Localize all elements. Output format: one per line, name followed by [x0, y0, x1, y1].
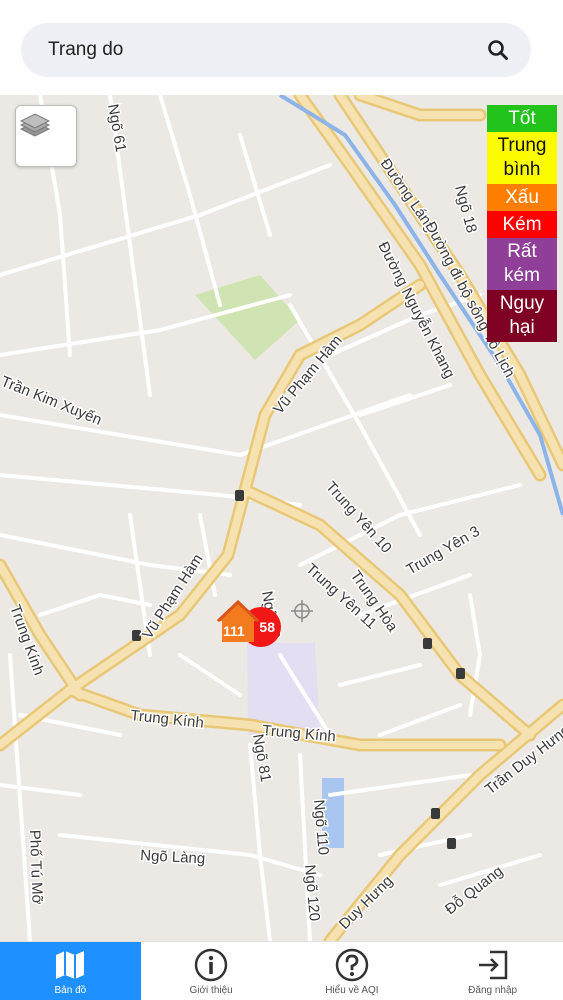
nav-login[interactable]: Đăng nhập	[422, 942, 563, 1000]
street-label: Duy Hưng	[336, 872, 396, 932]
street-label: Phố Tú Mỡ	[26, 830, 46, 905]
nav-about-label: Giới thiệu	[189, 985, 233, 996]
aqi-house-value: 111	[223, 623, 245, 639]
search-bar	[0, 0, 563, 95]
street-label: Ngõ 110	[310, 799, 332, 856]
aqi-legend: Tốt Trung bình Xấu Kém Rất kém Nguy hại	[487, 105, 557, 342]
nav-login-label: Đăng nhập	[468, 985, 518, 996]
street-label: Trần Kim Xuyến	[0, 373, 104, 429]
street-label: Đỗ Quang	[442, 863, 506, 919]
nav-aqi-help-label: Hiểu về AQI	[325, 985, 379, 996]
layers-icon	[19, 113, 51, 137]
aqi-station-value: 58	[259, 619, 275, 635]
info-icon	[193, 947, 229, 983]
nav-map-label: Bản đồ	[54, 985, 87, 996]
login-icon	[475, 947, 511, 983]
nav-map[interactable]: Bản đồ	[0, 942, 141, 1000]
map-icon	[52, 947, 88, 983]
street-label: Trung Kính	[130, 707, 205, 732]
legend-hazardous: Nguy hại	[487, 290, 557, 342]
crosshair-icon	[291, 600, 313, 622]
bus-stop-icon	[431, 808, 440, 819]
legend-good: Tốt	[487, 105, 557, 132]
street-label: Ngõ Làng	[140, 847, 206, 867]
layers-button[interactable]	[15, 105, 77, 167]
aqi-house-marker[interactable]: 111	[215, 595, 261, 643]
nav-aqi-help[interactable]: Hiểu về AQI	[282, 942, 423, 1000]
street-label: Ngõ 18	[451, 184, 480, 235]
legend-unhealthy: Kém	[487, 211, 557, 238]
bus-stop-icon	[423, 638, 432, 649]
street-label: Ngõ 120	[301, 864, 323, 922]
bus-stop-icon	[235, 490, 244, 501]
bottom-nav: Bản đồ Giới thiệu Hiểu về AQI Đăng nhập	[0, 941, 563, 1000]
legend-very-unhealthy: Rất kém	[487, 238, 557, 290]
bus-stop-icon	[456, 668, 465, 679]
legend-moderate: Trung bình	[487, 132, 557, 184]
nav-about[interactable]: Giới thiệu	[141, 942, 282, 1000]
street-label: Trung Yên 3	[404, 523, 483, 579]
help-icon	[334, 947, 370, 983]
legend-unhealthy-sensitive: Xấu	[487, 184, 557, 211]
search-icon[interactable]	[485, 37, 511, 63]
bus-stop-icon	[447, 838, 456, 849]
map-canvas[interactable]: Ngõ 61 Đường Láng Ngõ 18 Đường Nguyễn Kh…	[0, 95, 563, 941]
search-input[interactable]	[48, 39, 485, 61]
street-label: Ngõ 61	[104, 103, 129, 154]
search-box[interactable]	[21, 23, 531, 77]
street-labels: Ngõ 61 Đường Láng Ngõ 18 Đường Nguyễn Kh…	[0, 101, 563, 934]
map-view[interactable]: Ngõ 61 Đường Láng Ngõ 18 Đường Nguyễn Kh…	[0, 95, 563, 941]
minor-streets	[0, 95, 542, 941]
